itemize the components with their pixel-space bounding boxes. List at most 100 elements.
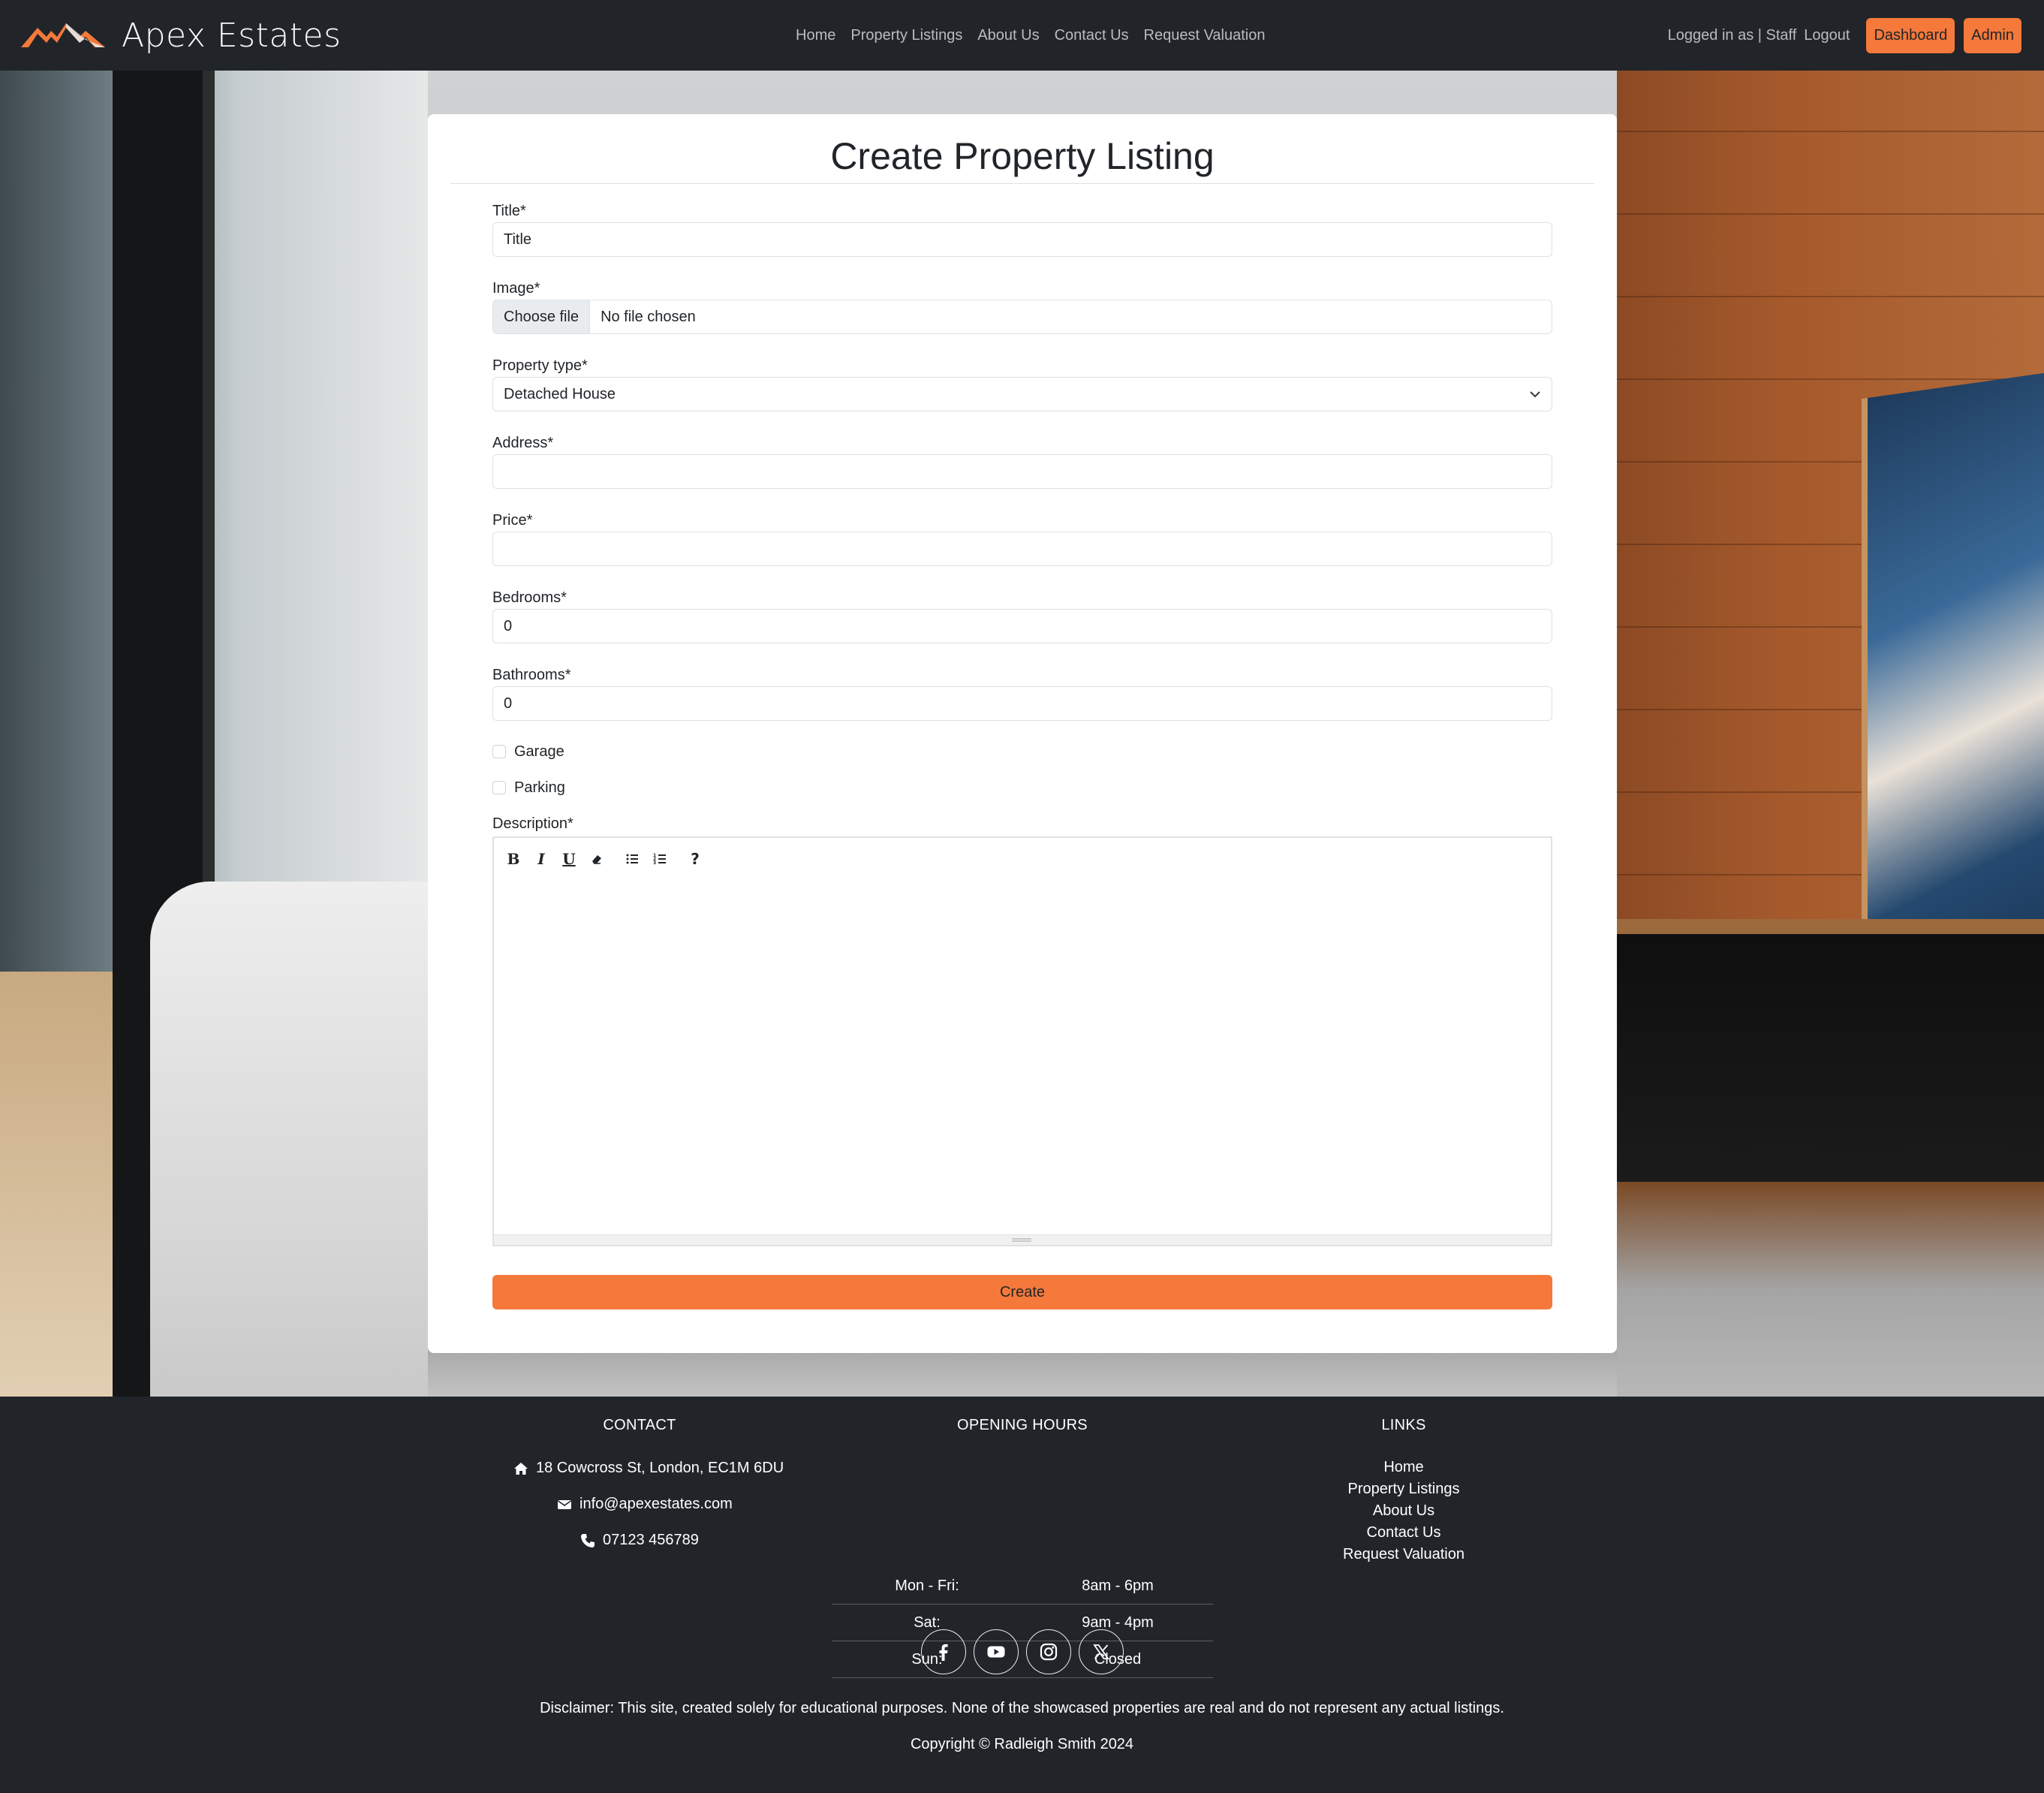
instagram-icon [1040,1643,1058,1661]
youtube-link[interactable] [974,1629,1019,1674]
facebook-icon [939,1644,948,1661]
copyright: Copyright © Radleigh Smith 2024 [910,1736,1134,1752]
bullet-list-button[interactable] [620,847,644,871]
opening-hours-table: Mon - Fri: 8am - 6pm Sat: 9am - 4pm Sun:… [832,1568,1213,1678]
dashboard-button[interactable]: Dashboard [1866,17,1955,53]
rug [428,1347,1617,1397]
numbered-list-button[interactable]: 1 2 3 [648,847,672,871]
description-label: Description* [492,815,573,832]
wood-panel-line [1617,131,2044,132]
description-editor: B I U 1 2 3 ? [492,836,1552,1246]
create-button[interactable]: Create [492,1275,1552,1309]
disclaimer: Disclaimer: This site, created solely fo… [540,1700,1504,1716]
bathrooms-input[interactable]: 0 [492,686,1552,721]
footer-link-home[interactable]: Home [1254,1459,1554,1476]
nav-property-listings[interactable]: Property Listings [850,27,962,44]
garage-label: Garage [514,743,564,760]
eraser-icon [592,855,601,864]
nav-request-valuation[interactable]: Request Valuation [1144,27,1266,44]
mountain-logo-icon [21,23,105,47]
property-type-select[interactable]: Detached House [492,377,1552,411]
bathrooms-label: Bathrooms* [492,667,571,683]
envelope-icon [558,1499,571,1509]
choose-file-button[interactable]: Choose file [493,300,591,333]
email-text: info@apexestates.com [579,1496,733,1512]
svg-text:3: 3 [653,860,656,866]
underline-button[interactable]: U [557,847,581,871]
italic-button[interactable]: I [529,847,553,871]
footer-link-contact-us[interactable]: Contact Us [1254,1524,1554,1541]
parking-checkbox[interactable] [492,781,506,794]
nav-contact-us[interactable]: Contact Us [1055,27,1129,44]
garage-checkbox[interactable] [492,745,506,758]
hours-day: Sat: [914,1614,941,1631]
youtube-icon [987,1646,1005,1658]
bedrooms-field: Bedrooms* 0 [492,586,1552,643]
sofa [150,881,428,1397]
cabinet [1617,934,2044,1182]
help-button[interactable]: ? [683,847,707,871]
footer-link-about-us[interactable]: About Us [1254,1502,1554,1520]
footer-link-request-valuation[interactable]: Request Valuation [1254,1546,1554,1563]
home-icon [514,1462,528,1475]
garage-option: Garage [492,740,564,763]
brand[interactable]: Apex Estates [21,14,342,57]
contact-address: 18 Cowcross St, London, EC1M 6DU [513,1460,784,1477]
main-nav: Home Property Listings About Us Contact … [796,0,1281,71]
facebook-link[interactable] [921,1629,966,1674]
image-file-input[interactable]: Choose file No file chosen [492,300,1552,334]
image-label: Image* [492,280,540,297]
numbered-list-icon: 1 2 3 [653,853,666,866]
x-icon [1093,1644,1109,1659]
title-label: Title* [492,203,526,219]
instagram-link[interactable] [1026,1629,1071,1674]
property-type-label: Property type* [492,357,588,374]
address-field: Address* [492,432,1552,489]
nav-about-us[interactable]: About Us [977,27,1039,44]
hours-day: Mon - Fri: [895,1577,959,1594]
hours-row: Sun: Closed [832,1641,1213,1678]
create-listing-card: Create Property Listing Title* Title Ima… [428,114,1617,1353]
page-title: Create Property Listing [450,134,1594,184]
contact-phone[interactable]: 07123 456789 [580,1532,699,1549]
contact-email[interactable]: info@apexestates.com [557,1496,733,1513]
brand-name: Apex Estates [122,16,342,55]
hours-row: Mon - Fri: 8am - 6pm [832,1568,1213,1605]
bullet-list-icon [626,854,638,864]
image-field: Image* Choose file No file chosen [492,277,1552,334]
phone-text: 07123 456789 [603,1532,699,1548]
property-type-field: Property type* Detached House [492,354,1552,411]
hours-row: Sat: 9am - 4pm [832,1605,1213,1641]
top-navbar: Apex Estates Home Property Listings Abou… [0,0,2044,71]
title-field: Title* Title [492,200,1552,257]
price-label: Price* [492,512,533,529]
property-type-value: Detached House [504,385,616,402]
parking-option: Parking [492,776,565,799]
phone-icon [581,1533,595,1547]
admin-button[interactable]: Admin [1964,17,2021,53]
hours-heading: OPENING HOURS [957,1417,1088,1433]
bedrooms-label: Bedrooms* [492,589,567,606]
address-text: 18 Cowcross St, London, EC1M 6DU [536,1460,784,1476]
login-status: Logged in as | Staff [1667,26,1797,44]
hours-time: 9am - 4pm [1082,1614,1154,1631]
logout-link[interactable]: Logout [1804,27,1850,44]
title-input[interactable]: Title [492,222,1552,257]
address-input[interactable] [492,454,1552,489]
wood-panel-line [1617,213,2044,215]
bedrooms-input[interactable]: 0 [492,609,1552,643]
parking-label: Parking [514,779,565,796]
nav-home[interactable]: Home [796,27,835,44]
chevron-down-icon [1530,391,1540,398]
editor-statusbar [494,1234,1551,1245]
resize-handle[interactable] [1012,1238,1031,1242]
price-input[interactable] [492,532,1552,566]
footer-link-property-listings[interactable]: Property Listings [1254,1481,1554,1498]
bold-button[interactable]: B [501,847,525,871]
clear-format-button[interactable] [585,847,609,871]
x-link[interactable] [1079,1629,1124,1674]
links-heading: LINKS [1381,1417,1426,1433]
contact-heading: CONTACT [603,1417,676,1433]
floor [1617,1182,2044,1397]
description-textarea[interactable] [494,880,1551,1233]
